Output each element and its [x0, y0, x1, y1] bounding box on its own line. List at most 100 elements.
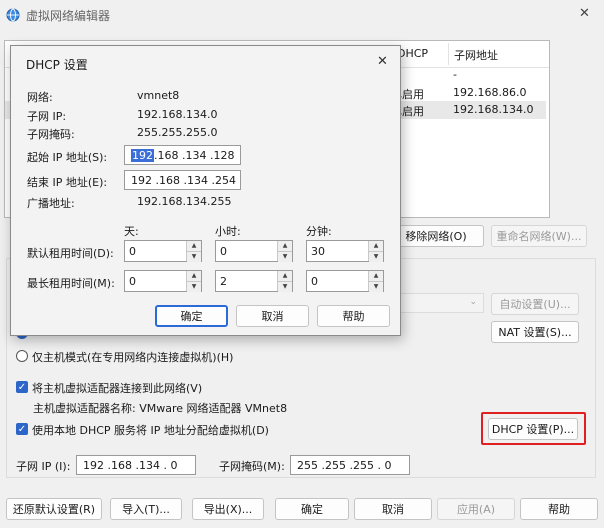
broadcast-label: 广播地址:: [27, 197, 75, 210]
use-local-dhcp-label: 使用本地 DHCP 服务将 IP 地址分配给虚拟机(D): [32, 424, 269, 437]
max-lease-label: 最长租用时间(M):: [27, 277, 115, 290]
subnet-mask-label: 子网掩码(M):: [219, 460, 285, 473]
days-column-label: 天:: [124, 225, 139, 238]
table-row-subnet: 192.168.134.0: [453, 103, 534, 116]
dialog-help-label: 帮助: [342, 310, 365, 323]
remove-network-button[interactable]: 移除网络(O): [388, 225, 484, 247]
host-only-radio[interactable]: [16, 350, 28, 362]
table-row-subnet: -: [453, 68, 457, 81]
import-label: 导入(T)...: [122, 503, 170, 516]
default-lease-minutes-value: 30: [311, 244, 325, 258]
subnet-ip-label: 子网 IP (I):: [16, 460, 71, 473]
spin-up-icon[interactable]: ▲: [369, 241, 383, 251]
subnet-ip-value: 192 .168 .134 . 0: [83, 458, 178, 472]
subnet-ip-input[interactable]: 192 .168 .134 . 0: [76, 455, 196, 475]
subnet-mask-label: 子网掩码:: [27, 128, 75, 141]
max-lease-days-value: 0: [129, 274, 136, 288]
max-lease-minutes-value: 0: [311, 274, 318, 288]
network-value: vmnet8: [137, 89, 180, 102]
import-button[interactable]: 导入(T)...: [110, 498, 182, 520]
start-ip-rest: .168 .134 .128: [154, 148, 235, 162]
host-only-label: 仅主机模式(在专用网络内连接虚拟机)(H): [32, 351, 234, 364]
restore-defaults-label: 还原默认设置(R): [12, 503, 96, 516]
use-local-dhcp-checkbox[interactable]: ✓: [16, 423, 28, 435]
cancel-button[interactable]: 取消: [354, 498, 432, 520]
apply-label: 应用(A): [456, 503, 496, 516]
subnet-ip-value: 192.168.134.0: [137, 108, 218, 121]
network-globe-icon: [6, 8, 20, 22]
dhcp-settings-label: DHCP 设置(P)...: [491, 423, 575, 436]
dialog-close-icon[interactable]: ✕: [377, 54, 388, 69]
max-lease-hours-spinner[interactable]: 2 ▲ ▼: [215, 270, 293, 292]
dialog-cancel-button[interactable]: 取消: [236, 305, 309, 327]
connect-host-adapter-label: 将主机虚拟适配器连接到此网络(V): [32, 382, 203, 395]
auto-settings-button[interactable]: 自动设置(U)...: [491, 293, 579, 315]
restore-defaults-button[interactable]: 还原默认设置(R): [6, 498, 102, 520]
title-bar: 虚拟网络编辑器 ✕: [0, 0, 604, 30]
spin-down-icon[interactable]: ▼: [369, 281, 383, 292]
subnet-mask-value: 255 .255 .255 . 0: [297, 458, 392, 472]
dialog-cancel-label: 取消: [261, 310, 284, 323]
apply-button[interactable]: 应用(A): [437, 498, 515, 520]
spin-down-icon[interactable]: ▼: [278, 281, 292, 292]
spin-down-icon[interactable]: ▼: [187, 251, 201, 262]
export-button[interactable]: 导出(X)...: [192, 498, 264, 520]
cancel-label: 取消: [382, 503, 404, 516]
help-label: 帮助: [548, 503, 570, 516]
default-lease-days-spinner[interactable]: 0 ▲ ▼: [124, 240, 202, 262]
bridge-adapter-select[interactable]: ⌄: [398, 293, 484, 313]
subnet-mask-input[interactable]: 255 .255 .255 . 0: [290, 455, 410, 475]
spin-up-icon[interactable]: ▲: [187, 241, 201, 251]
dhcp-settings-button[interactable]: DHCP 设置(P)...: [488, 418, 578, 440]
column-header-subnet[interactable]: 子网地址: [454, 47, 498, 63]
end-ip-value: 192 .168 .134 .254: [131, 173, 236, 187]
ok-label: 确定: [301, 503, 323, 516]
close-icon[interactable]: ✕: [579, 6, 590, 21]
default-lease-hours-spinner[interactable]: 0 ▲ ▼: [215, 240, 293, 262]
spin-down-icon[interactable]: ▼: [278, 251, 292, 262]
spin-up-icon[interactable]: ▲: [369, 271, 383, 281]
spin-up-icon[interactable]: ▲: [278, 241, 292, 251]
minutes-column-label: 分钟:: [306, 225, 332, 238]
chevron-down-icon: ⌄: [469, 297, 477, 307]
nat-settings-label: NAT 设置(S)...: [498, 326, 572, 339]
broadcast-value: 192.168.134.255: [137, 195, 232, 208]
column-header-dhcp[interactable]: DHCP: [397, 47, 428, 60]
header-divider: [448, 43, 449, 65]
spin-up-icon[interactable]: ▲: [278, 271, 292, 281]
dhcp-settings-dialog: DHCP 设置 ✕ 网络: vmnet8 子网 IP: 192.168.134.…: [10, 45, 401, 336]
default-lease-hours-value: 0: [220, 244, 227, 258]
max-lease-days-spinner[interactable]: 0 ▲ ▼: [124, 270, 202, 292]
ok-button[interactable]: 确定: [275, 498, 349, 520]
subnet-ip-label: 子网 IP:: [27, 110, 67, 123]
hours-column-label: 小时:: [215, 225, 241, 238]
start-ip-label: 起始 IP 地址(S):: [27, 151, 108, 164]
dialog-title: DHCP 设置: [26, 58, 88, 72]
export-label: 导出(X)...: [203, 503, 253, 516]
network-label: 网络:: [27, 91, 53, 104]
dialog-ok-button[interactable]: 确定: [155, 305, 228, 327]
default-lease-days-value: 0: [129, 244, 136, 258]
rename-network-button[interactable]: 重命名网络(W)...: [491, 225, 587, 247]
subnet-mask-value: 255.255.255.0: [137, 126, 218, 139]
dialog-help-button[interactable]: 帮助: [317, 305, 390, 327]
default-lease-label: 默认租用时间(D):: [27, 247, 114, 260]
connect-host-adapter-checkbox[interactable]: ✓: [16, 381, 28, 393]
spin-down-icon[interactable]: ▼: [187, 281, 201, 292]
default-lease-minutes-spinner[interactable]: 30 ▲ ▼: [306, 240, 384, 262]
table-row-subnet: 192.168.86.0: [453, 86, 527, 99]
vertical-scrollbar[interactable]: [551, 40, 561, 218]
window-title: 虚拟网络编辑器: [26, 9, 111, 23]
start-ip-input[interactable]: 192 .168 .134 .128: [124, 145, 241, 165]
spin-down-icon[interactable]: ▼: [369, 251, 383, 262]
dialog-ok-label: 确定: [180, 310, 203, 323]
auto-settings-label: 自动设置(U)...: [499, 298, 571, 311]
max-lease-minutes-spinner[interactable]: 0 ▲ ▼: [306, 270, 384, 292]
start-ip-selected-octet: 192: [131, 148, 154, 162]
remove-network-label: 移除网络(O): [405, 230, 467, 243]
spin-up-icon[interactable]: ▲: [187, 271, 201, 281]
nat-settings-button[interactable]: NAT 设置(S)...: [491, 321, 579, 343]
help-button[interactable]: 帮助: [520, 498, 598, 520]
rename-network-label: 重命名网络(W)...: [496, 230, 582, 243]
end-ip-input[interactable]: 192 .168 .134 .254: [124, 170, 241, 190]
